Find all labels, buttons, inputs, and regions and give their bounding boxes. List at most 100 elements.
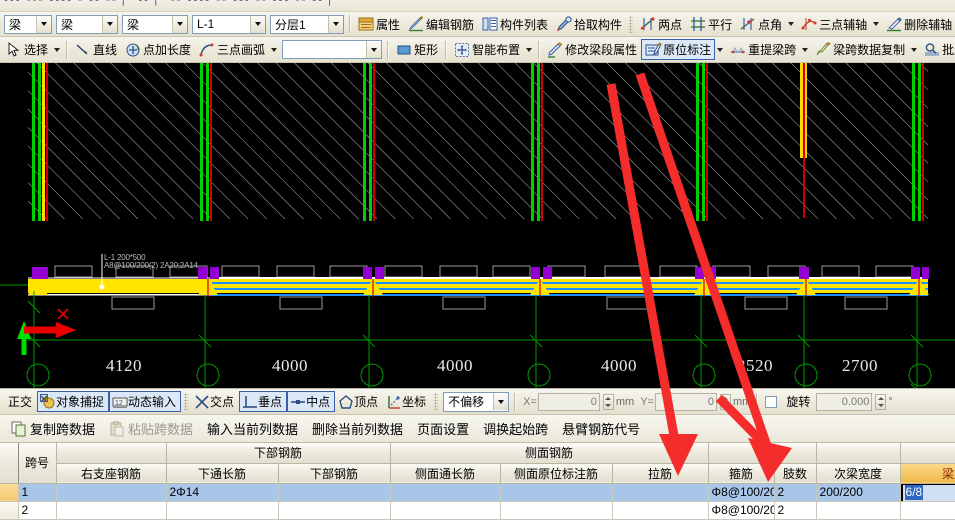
beam-span-data-grid[interactable]: 跨号 下部钢筋 侧面钢筋 右支座钢筋 下通长筋 下部钢筋 侧面通长筋 侧面原位标…: [0, 443, 955, 521]
swap-start-span-button[interactable]: 调换起始跨: [476, 418, 555, 440]
column-header-beam-added-rebar[interactable]: 梁加筋: [900, 463, 955, 484]
rectangle-tool-button[interactable]: 矩形: [392, 39, 442, 60]
pick-member-button[interactable]: 拾取构件: [552, 14, 626, 35]
column-header-stirrup[interactable]: 箍筋: [708, 463, 775, 484]
page-setup-button[interactable]: 页面设置: [410, 418, 476, 440]
column-header-side-in-situ-rebar[interactable]: 侧面原位标注筋: [500, 463, 613, 484]
paste-span-data-button[interactable]: 粘贴跨数据: [102, 418, 200, 440]
type-combo[interactable]: 梁: [122, 14, 188, 34]
y-coordinate-stepper[interactable]: [719, 393, 731, 410]
offset-mode-combo[interactable]: 不偏移: [443, 391, 510, 412]
three-point-arc-button[interactable]: 三点画弧: [195, 39, 269, 60]
cell-leg-count[interactable]: 2: [774, 483, 817, 502]
vertex-snap-toggle[interactable]: 顶点: [335, 391, 383, 412]
chevron-down-icon[interactable]: [250, 15, 265, 33]
ortho-label[interactable]: 正交: [3, 393, 37, 410]
cell-bottom-through-rebar[interactable]: [166, 501, 279, 520]
cell-span-number[interactable]: 1: [18, 483, 57, 502]
chevron-down-icon[interactable]: [493, 393, 509, 410]
column-header-right-support-rebar[interactable]: 右支座钢筋: [56, 463, 167, 484]
input-current-column-button[interactable]: 输入当前列数据: [200, 418, 305, 440]
table-row[interactable]: 1 2Φ14 Φ8@100/20 2 200/200 6/8 •••: [0, 483, 955, 502]
chevron-down-icon[interactable]: [717, 47, 724, 52]
delete-aux-axis-button[interactable]: 删除辅轴: [882, 14, 955, 35]
dynamic-input-toggle[interactable]: 12 动态输入: [109, 391, 182, 412]
point-add-length-button[interactable]: 点加长度: [121, 39, 195, 60]
delete-current-column-button[interactable]: 删除当前列数据: [305, 418, 410, 440]
attribute-button[interactable]: 属性: [354, 14, 404, 35]
chevron-down-icon[interactable]: [802, 47, 809, 52]
midpoint-snap-toggle[interactable]: 中点: [287, 391, 336, 412]
x-coordinate-stepper[interactable]: [602, 393, 614, 410]
parallel-axis-button[interactable]: 平行: [686, 14, 736, 35]
cell-side-in-situ-rebar[interactable]: [500, 501, 613, 520]
rotate-input[interactable]: 0.000: [816, 392, 873, 411]
column-header-side-through-rebar[interactable]: 侧面通长筋: [390, 463, 501, 484]
cell-tie-rebar[interactable]: [612, 501, 709, 520]
cell-bottom-through-rebar[interactable]: 2Φ14: [166, 483, 279, 502]
cell-right-support-rebar[interactable]: [56, 483, 167, 502]
modify-beam-segment-button[interactable]: 修改梁段属性: [543, 39, 641, 60]
cell-stirrup[interactable]: Φ8@100/20: [708, 483, 775, 502]
inline-editor[interactable]: 6/8 •••: [900, 483, 955, 500]
cell-beam-added-rebar-editing[interactable]: 6/8 •••: [900, 483, 955, 502]
cell-bottom-rebar[interactable]: [278, 501, 391, 520]
blank-option-combo[interactable]: [282, 40, 383, 59]
chevron-down-icon[interactable]: [328, 15, 343, 33]
cell-tie-rebar[interactable]: [612, 483, 709, 502]
cell-side-in-situ-rebar[interactable]: [500, 483, 613, 502]
cell-bottom-rebar[interactable]: [278, 483, 391, 502]
member-list-button[interactable]: 构件列表: [478, 14, 552, 35]
object-snap-toggle[interactable]: 对象捕捉: [37, 391, 110, 412]
cell-right-support-rebar[interactable]: [56, 501, 167, 520]
member-combo[interactable]: L-1: [192, 14, 266, 34]
cad-drawing-canvas[interactable]: 4120 4000 4000 4000 2520 2700 21340 1 2 …: [0, 63, 955, 388]
coordinate-snap-toggle[interactable]: 坐标: [383, 391, 431, 412]
x-coordinate-input[interactable]: 0: [537, 392, 600, 411]
batch-identify-support-button[interactable]: 批量识别梁支座: [920, 39, 955, 60]
cell-side-through-rebar[interactable]: [390, 501, 501, 520]
chevron-down-icon[interactable]: [873, 22, 880, 26]
chevron-down-icon[interactable]: [172, 15, 187, 33]
cell-secondary-beam-width[interactable]: 200/200: [816, 483, 901, 502]
intersection-snap-toggle[interactable]: 交点: [191, 391, 239, 412]
copy-beam-span-data-button[interactable]: 梁跨数据复制: [811, 39, 909, 60]
rotate-checkbox[interactable]: [765, 395, 778, 408]
chevron-down-icon[interactable]: [271, 47, 278, 52]
in-situ-annotation-button[interactable]: 原位标注: [641, 39, 716, 60]
row-selector[interactable]: [0, 483, 19, 502]
toolbar-grip[interactable]: [629, 15, 634, 33]
column-header-bottom-rebar[interactable]: 下部钢筋: [278, 463, 391, 484]
cantilever-rebar-code-button[interactable]: 悬臂钢筋代号: [555, 418, 647, 440]
chevron-down-icon[interactable]: [788, 22, 795, 26]
snapbar-grip[interactable]: [184, 393, 189, 410]
row-selector[interactable]: [0, 501, 19, 520]
re-extract-beam-span-button[interactable]: 重提梁跨: [726, 39, 800, 60]
cell-beam-added-rebar[interactable]: [900, 501, 955, 520]
cell-span-number[interactable]: 2: [18, 501, 57, 520]
select-tool-button[interactable]: 选择: [2, 39, 52, 60]
chevron-down-icon[interactable]: [911, 47, 918, 52]
chevron-down-icon[interactable]: [526, 47, 533, 52]
edit-rebar-button[interactable]: 编辑钢筋: [404, 14, 478, 35]
cell-secondary-beam-width[interactable]: [816, 501, 901, 520]
snapbar-grip[interactable]: [434, 393, 439, 410]
column-header-span-number[interactable]: 跨号: [18, 443, 57, 484]
y-coordinate-input[interactable]: 0: [654, 392, 717, 411]
category-combo[interactable]: 梁: [56, 14, 118, 34]
three-point-aux-axis-button[interactable]: 三点辅轴: [797, 14, 871, 35]
chevron-down-icon[interactable]: [366, 41, 382, 58]
cell-side-through-rebar[interactable]: [390, 483, 501, 502]
chevron-down-icon[interactable]: [54, 47, 61, 52]
copy-span-data-button[interactable]: 复制跨数据: [4, 418, 102, 440]
point-angle-axis-button[interactable]: 点角: [736, 14, 786, 35]
line-tool-button[interactable]: 直线: [71, 39, 121, 60]
two-point-axis-button[interactable]: 两点: [636, 14, 686, 35]
chevron-down-icon[interactable]: [36, 15, 51, 33]
column-header-leg-count[interactable]: 肢数: [774, 463, 817, 484]
rotate-stepper[interactable]: [875, 393, 887, 410]
table-row[interactable]: 2 Φ8@100/20 2: [0, 501, 955, 520]
module-combo[interactable]: 梁: [4, 14, 52, 34]
column-header-bottom-through-rebar[interactable]: 下通长筋: [166, 463, 279, 484]
cell-leg-count[interactable]: 2: [774, 501, 817, 520]
